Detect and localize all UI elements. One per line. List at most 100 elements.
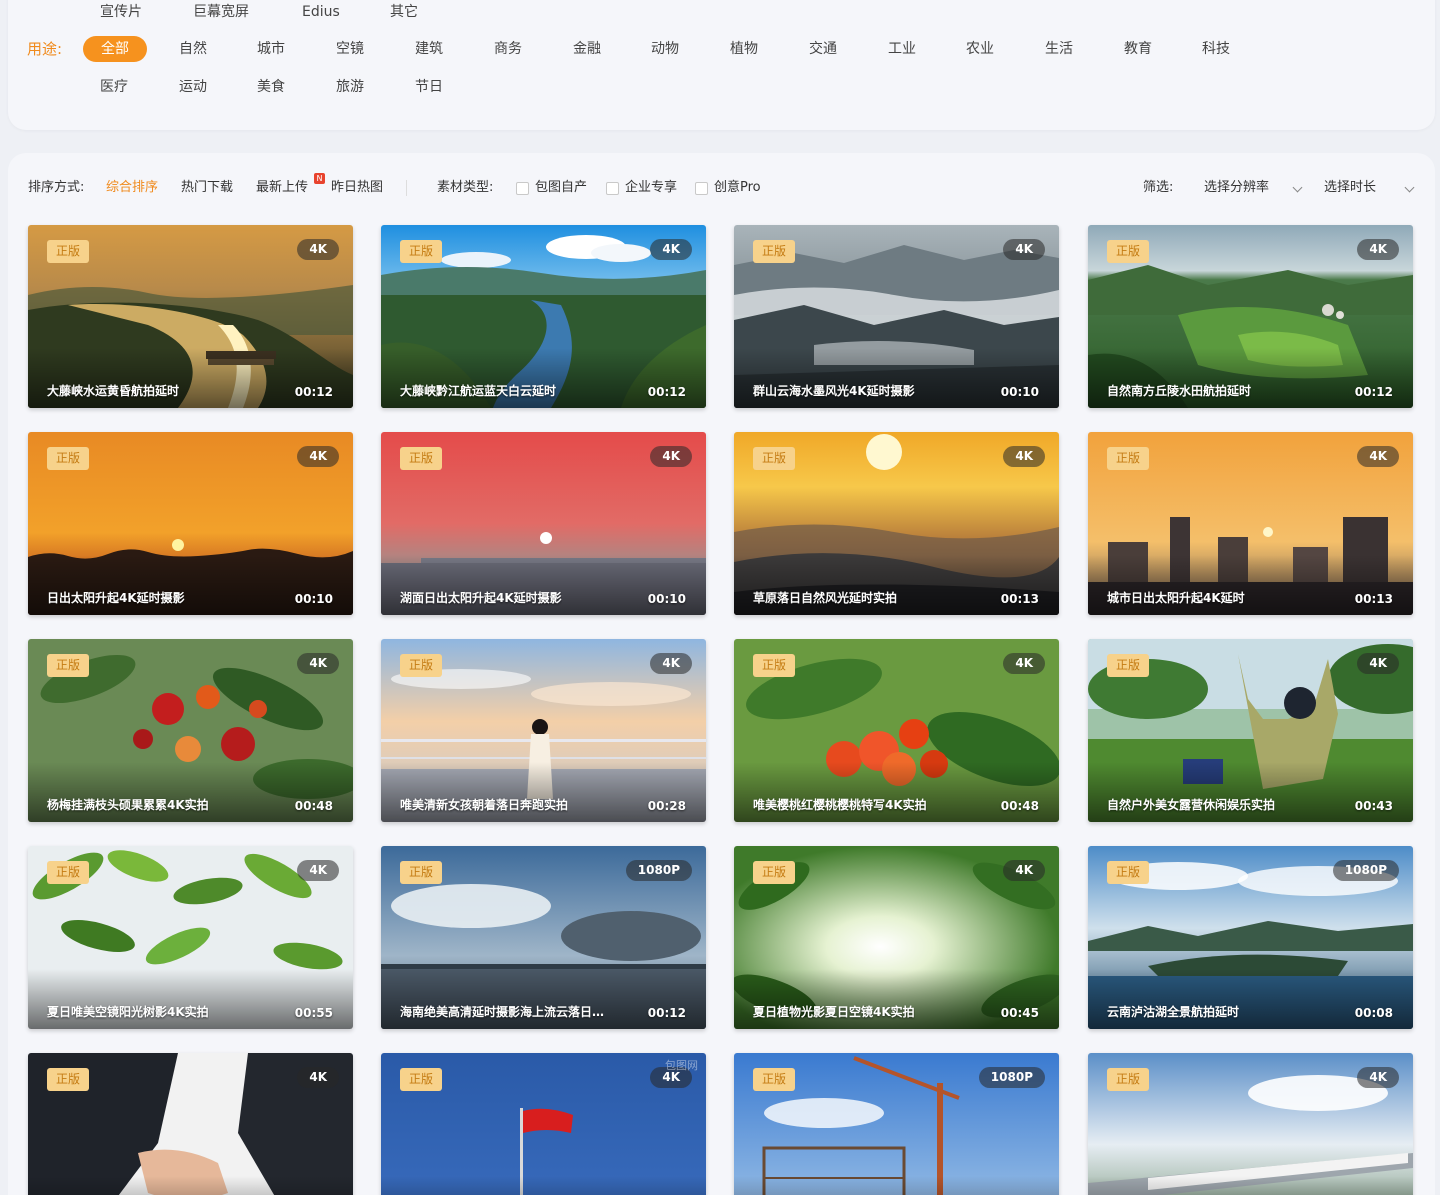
- duration-select[interactable]: 选择时长: [1324, 173, 1376, 203]
- video-card[interactable]: 正版 4K 日出太阳升起4K延时摄影 00:10: [28, 432, 353, 615]
- thumbnail-shade: [1088, 1176, 1413, 1195]
- filter-item[interactable]: 自然: [179, 34, 207, 64]
- video-card[interactable]: 正版 4K 大藤峡黔江航运蓝天白云延时 00:12: [381, 225, 706, 408]
- filter-item[interactable]: 旅游: [336, 72, 364, 102]
- usage-label: 用途:: [27, 40, 63, 58]
- video-card[interactable]: 正版 4K 群山云海水墨风光4K延时摄影 00:10: [734, 225, 1059, 408]
- thumbnail-shade: [734, 1176, 1059, 1195]
- filter-item[interactable]: 空镜: [336, 34, 364, 64]
- resolution-badge: 4K: [1357, 239, 1399, 260]
- resolution-badge: 4K: [297, 653, 339, 674]
- filter-item[interactable]: Edius: [302, 0, 340, 27]
- type-option-in-house[interactable]: 包图自产: [535, 173, 587, 203]
- filter-item[interactable]: 植物: [730, 34, 758, 64]
- resolution-badge: 4K: [1003, 860, 1045, 881]
- licensed-badge: 正版: [753, 1068, 795, 1091]
- video-card[interactable]: 正版 4K 自然南方丘陵水田航拍延时 00:12: [1088, 225, 1413, 408]
- thumbnail-shade: [1088, 762, 1413, 822]
- resolution-badge: 1080P: [978, 1067, 1045, 1088]
- licensed-badge: 正版: [400, 654, 442, 677]
- type-checkbox-enterprise[interactable]: [606, 182, 619, 195]
- video-card[interactable]: 正版 4K 包图网: [381, 1053, 706, 1195]
- filter-item[interactable]: 教育: [1124, 34, 1152, 64]
- filter-item[interactable]: 宣传片: [100, 0, 142, 27]
- resolution-badge: 4K: [650, 239, 692, 260]
- video-card[interactable]: 正版 4K 唯美清新女孩朝着落日奔跑实拍 00:28: [381, 639, 706, 822]
- video-card[interactable]: 正版 1080P: [734, 1053, 1059, 1195]
- resolution-select[interactable]: 选择分辨率: [1204, 173, 1269, 203]
- video-title: 唯美樱桃红樱桃樱桃特写4K实拍: [753, 798, 927, 812]
- filter-item[interactable]: 建筑: [415, 34, 443, 64]
- sort-option-popular[interactable]: 热门下载: [181, 173, 233, 203]
- video-duration: 00:12: [1354, 385, 1393, 399]
- video-duration: 00:48: [1000, 799, 1039, 813]
- video-title: 自然户外美女露营休闲娱乐实拍: [1107, 798, 1276, 812]
- video-duration: 00:55: [294, 1006, 333, 1020]
- video-card[interactable]: 正版 4K: [28, 1053, 353, 1195]
- type-option-enterprise[interactable]: 企业专享: [625, 173, 677, 203]
- type-checkbox-pro[interactable]: [695, 182, 708, 195]
- type-checkbox-in-house[interactable]: [516, 182, 529, 195]
- thumbnail-shade: [381, 555, 706, 615]
- resolution-badge: 4K: [1357, 1067, 1399, 1088]
- filter-item[interactable]: 科技: [1202, 34, 1230, 64]
- resolution-badge: 4K: [1357, 446, 1399, 467]
- video-card[interactable]: 正版 4K 夏日植物光影夏日空镜4K实拍 00:45: [734, 846, 1059, 1029]
- video-card[interactable]: 正版 4K 大藤峡水运黄昏航拍延时 00:12: [28, 225, 353, 408]
- video-card[interactable]: 正版 1080P 海南绝美高清延时摄影海上流云落日… 00:12: [381, 846, 706, 1029]
- video-card[interactable]: 正版 4K 湖面日出太阳升起4K延时摄影 00:10: [381, 432, 706, 615]
- filter-item[interactable]: 巨幕宽屏: [193, 0, 249, 27]
- category-filter-panel: 宣传片 巨幕宽屏 Edius 其它 用途: 全部 自然 城市 空镜 建筑 商务 金融 动物 植物 交通…: [8, 0, 1435, 130]
- usage-all-button[interactable]: 全部: [83, 36, 147, 62]
- filter-item[interactable]: 动物: [651, 34, 679, 64]
- filter-item[interactable]: 城市: [257, 34, 285, 64]
- type-option-pro[interactable]: 创意Pro: [714, 173, 761, 203]
- chevron-down-icon[interactable]: [1404, 182, 1415, 193]
- resolution-badge: 4K: [297, 446, 339, 467]
- resolution-badge: 4K: [1003, 239, 1045, 260]
- sort-toolbar: 排序方式: 综合排序 热门下载 最新上传 N 昨日热图 素材类型: 包图自产 企…: [8, 173, 1435, 203]
- video-duration: 00:13: [1000, 592, 1039, 606]
- video-card[interactable]: 正版 4K 唯美樱桃红樱桃樱桃特写4K实拍 00:48: [734, 639, 1059, 822]
- video-card[interactable]: 正版 4K 草原落日自然风光延时实拍 00:13: [734, 432, 1059, 615]
- filter-item[interactable]: 其它: [390, 0, 418, 27]
- filter-item[interactable]: 金融: [573, 34, 601, 64]
- thumbnail-shade: [734, 555, 1059, 615]
- video-title: 夏日植物光影夏日空镜4K实拍: [753, 1005, 915, 1019]
- chevron-down-icon[interactable]: [1292, 182, 1303, 193]
- video-card[interactable]: 正版 4K 自然户外美女露营休闲娱乐实拍 00:43: [1088, 639, 1413, 822]
- filter-item[interactable]: 运动: [179, 72, 207, 102]
- filter-item[interactable]: 美食: [257, 72, 285, 102]
- sort-option-yesterday-hot[interactable]: 昨日热图: [331, 173, 383, 203]
- resolution-badge: 4K: [297, 1067, 339, 1088]
- video-duration: 00:43: [1354, 799, 1393, 813]
- filter-item[interactable]: 生活: [1045, 34, 1073, 64]
- watermark: 包图网: [665, 1059, 698, 1072]
- video-card[interactable]: 正版 1080P 云南泸沽湖全景航拍延时 00:08: [1088, 846, 1413, 1029]
- video-card[interactable]: 正版 4K: [1088, 1053, 1413, 1195]
- filter-item[interactable]: 交通: [809, 34, 837, 64]
- sort-option-newest[interactable]: 最新上传: [256, 173, 308, 203]
- licensed-badge: 正版: [1107, 1068, 1149, 1091]
- filter-item[interactable]: 医疗: [100, 72, 128, 102]
- filter-item[interactable]: 农业: [966, 34, 994, 64]
- video-duration: 00:12: [294, 385, 333, 399]
- video-card[interactable]: 正版 4K 城市日出太阳升起4K延时 00:13: [1088, 432, 1413, 615]
- licensed-badge: 正版: [400, 240, 442, 263]
- thumbnail-shade: [734, 348, 1059, 408]
- licensed-badge: 正版: [753, 861, 795, 884]
- thumbnail-shade: [28, 555, 353, 615]
- licensed-badge: 正版: [47, 240, 89, 263]
- video-duration: 00:10: [1000, 385, 1039, 399]
- filter-item[interactable]: 节日: [415, 72, 443, 102]
- resolution-badge: 4K: [1357, 653, 1399, 674]
- filter-item[interactable]: 商务: [494, 34, 522, 64]
- video-card[interactable]: 正版 4K 夏日唯美空镜阳光树影4K实拍 00:55: [28, 846, 353, 1029]
- thumbnail-shade: [381, 348, 706, 408]
- licensed-badge: 正版: [47, 654, 89, 677]
- video-title: 草原落日自然风光延时实拍: [753, 591, 898, 605]
- filter-item[interactable]: 工业: [888, 34, 916, 64]
- video-card[interactable]: 正版 4K 杨梅挂满枝头硕果累累4K实拍 00:48: [28, 639, 353, 822]
- resolution-badge: 4K: [650, 653, 692, 674]
- sort-option-comprehensive[interactable]: 综合排序: [106, 173, 158, 203]
